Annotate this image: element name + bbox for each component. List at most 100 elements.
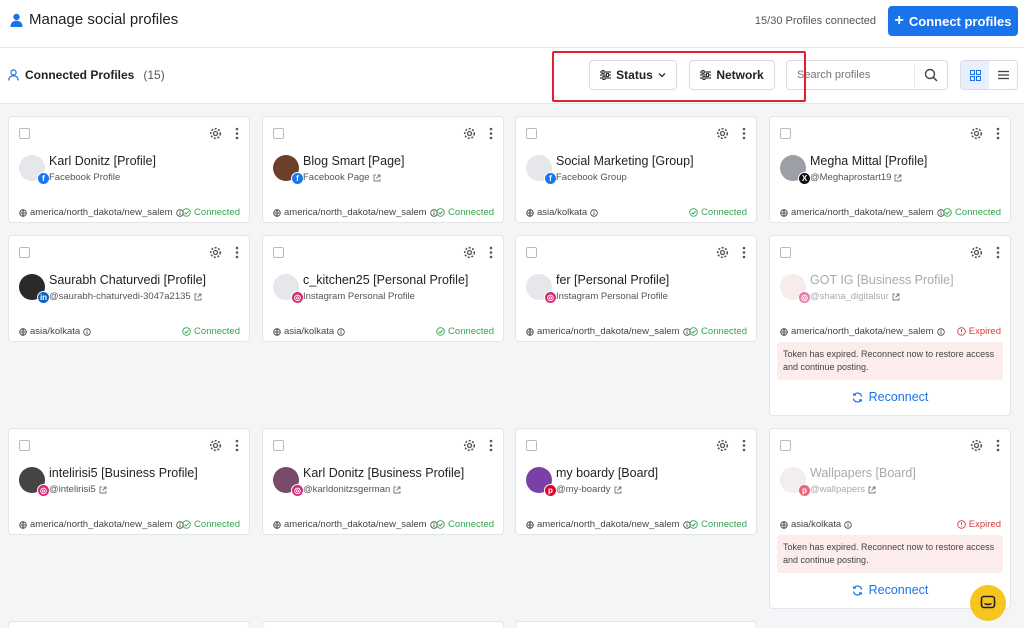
info-icon[interactable]: [590, 208, 598, 217]
profile-card[interactable]: ◎ c_kitchen25 [Personal Profile] Instagr…: [262, 235, 504, 342]
gear-icon[interactable]: [463, 127, 476, 140]
profile-handle: Facebook Page: [303, 172, 381, 183]
globe-icon: [780, 208, 788, 217]
more-options-icon[interactable]: [996, 439, 1000, 452]
status-text: Connected: [701, 207, 747, 218]
external-link-icon[interactable]: [614, 486, 622, 494]
profile-handle: @saurabh-chaturvedi-3047a2135: [49, 291, 202, 302]
info-icon[interactable]: [936, 327, 945, 336]
select-checkbox[interactable]: [273, 128, 284, 139]
profile-card[interactable]: p Wallpapers [Board] @wallpapers asia/ko…: [769, 428, 1011, 609]
select-checkbox[interactable]: [526, 440, 537, 451]
token-expired-message: Token has expired. Reconnect now to rest…: [777, 535, 1003, 573]
profile-handle: Instagram Personal Profile: [556, 291, 668, 302]
more-options-icon[interactable]: [235, 439, 239, 452]
profile-card-partial[interactable]: [8, 621, 250, 628]
status-filter[interactable]: Status: [589, 60, 677, 90]
select-checkbox[interactable]: [780, 128, 791, 139]
profile-name: Karl Donitz [Business Profile]: [303, 466, 465, 480]
profile-handle-text: Facebook Profile: [49, 172, 121, 183]
external-link-icon[interactable]: [373, 174, 381, 182]
gear-icon[interactable]: [209, 127, 222, 140]
select-checkbox[interactable]: [19, 440, 30, 451]
gear-icon[interactable]: [970, 127, 983, 140]
profile-card[interactable]: f Karl Donitz [Profile] Facebook Profile…: [8, 116, 250, 223]
more-options-icon[interactable]: [489, 439, 493, 452]
timezone-text: asia/kolkata: [30, 326, 81, 337]
profile-card[interactable]: ◎ intelirisi5 [Business Profile] @inteli…: [8, 428, 250, 535]
more-options-icon[interactable]: [235, 127, 239, 140]
globe-icon: [780, 520, 788, 529]
profile-card-partial[interactable]: [515, 621, 757, 628]
profile-handle-text: Instagram Personal Profile: [303, 291, 415, 302]
status-text: Connected: [194, 326, 240, 337]
connect-profiles-button[interactable]: + Connect profiles: [888, 6, 1018, 36]
profile-card[interactable]: f Social Marketing [Group] Facebook Grou…: [515, 116, 757, 223]
profile-name: Karl Donitz [Profile]: [49, 154, 156, 168]
profile-handle: Instagram Personal Profile: [303, 291, 415, 302]
refresh-icon: [852, 391, 862, 403]
timezone-text: america/north_dakota/new_salem: [791, 326, 934, 337]
info-icon[interactable]: [844, 520, 852, 529]
select-checkbox[interactable]: [273, 440, 284, 451]
select-checkbox[interactable]: [19, 247, 30, 258]
globe-icon: [273, 208, 281, 217]
select-checkbox[interactable]: [273, 247, 284, 258]
network-filter[interactable]: Network: [689, 60, 775, 90]
external-link-icon[interactable]: [393, 486, 401, 494]
profile-name: intelirisi5 [Business Profile]: [49, 466, 198, 480]
search-input[interactable]: [797, 69, 915, 81]
more-options-icon[interactable]: [489, 246, 493, 259]
more-options-icon[interactable]: [996, 127, 1000, 140]
profile-card[interactable]: p my boardy [Board] @my-boardy america/n…: [515, 428, 757, 535]
search-icon[interactable]: [924, 68, 938, 82]
select-checkbox[interactable]: [526, 247, 537, 258]
select-checkbox[interactable]: [526, 128, 537, 139]
gear-icon[interactable]: [463, 439, 476, 452]
select-checkbox[interactable]: [780, 247, 791, 258]
external-link-icon[interactable]: [894, 174, 902, 182]
gear-icon[interactable]: [463, 246, 476, 259]
list-view-button[interactable]: [989, 61, 1017, 89]
gear-icon[interactable]: [970, 439, 983, 452]
profile-name: GOT IG [Business Profile]: [810, 273, 954, 287]
external-link-icon[interactable]: [868, 486, 876, 494]
gear-icon[interactable]: [716, 246, 729, 259]
gear-icon[interactable]: [716, 127, 729, 140]
gear-icon[interactable]: [970, 246, 983, 259]
profile-handle-text: @shana_digitalsur: [810, 291, 889, 302]
reconnect-button[interactable]: Reconnect: [770, 390, 1010, 404]
gear-icon[interactable]: [209, 439, 222, 452]
select-checkbox[interactable]: [19, 128, 30, 139]
profile-handle-text: Instagram Personal Profile: [556, 291, 668, 302]
profile-card[interactable]: f Blog Smart [Page] Facebook Page americ…: [262, 116, 504, 223]
info-icon[interactable]: [83, 327, 91, 336]
more-options-icon[interactable]: [742, 439, 746, 452]
profile-card[interactable]: X Megha Mittal [Profile] @Meghaprostart1…: [769, 116, 1011, 223]
external-link-icon[interactable]: [194, 293, 202, 301]
grid-view-button[interactable]: [961, 61, 989, 89]
chat-button[interactable]: [970, 585, 1006, 621]
gear-icon[interactable]: [209, 246, 222, 259]
profile-card[interactable]: ◎ GOT IG [Business Profile] @shana_digit…: [769, 235, 1011, 416]
more-options-icon[interactable]: [996, 246, 1000, 259]
select-checkbox[interactable]: [780, 440, 791, 451]
profile-card[interactable]: ◎ fer [Personal Profile] Instagram Perso…: [515, 235, 757, 342]
profile-card[interactable]: in Saurabh Chaturvedi [Profile] @saurabh…: [8, 235, 250, 342]
status-filter-label: Status: [616, 68, 653, 82]
external-link-icon[interactable]: [99, 486, 107, 494]
check-circle-icon: [436, 520, 445, 529]
more-options-icon[interactable]: [235, 246, 239, 259]
more-options-icon[interactable]: [489, 127, 493, 140]
profile-card[interactable]: ◎ Karl Donitz [Business Profile] @karldo…: [262, 428, 504, 535]
external-link-icon[interactable]: [892, 293, 900, 301]
profile-handle-text: @saurabh-chaturvedi-3047a2135: [49, 291, 191, 302]
more-options-icon[interactable]: [742, 246, 746, 259]
timezone: america/north_dakota/new_salem: [780, 326, 945, 337]
gear-icon[interactable]: [716, 439, 729, 452]
more-options-icon[interactable]: [742, 127, 746, 140]
profile-name: c_kitchen25 [Personal Profile]: [303, 273, 469, 287]
top-bar: Manage social profiles 15/30 Profiles co…: [0, 0, 1024, 48]
info-icon[interactable]: [337, 327, 345, 336]
profile-card-partial[interactable]: [262, 621, 504, 628]
